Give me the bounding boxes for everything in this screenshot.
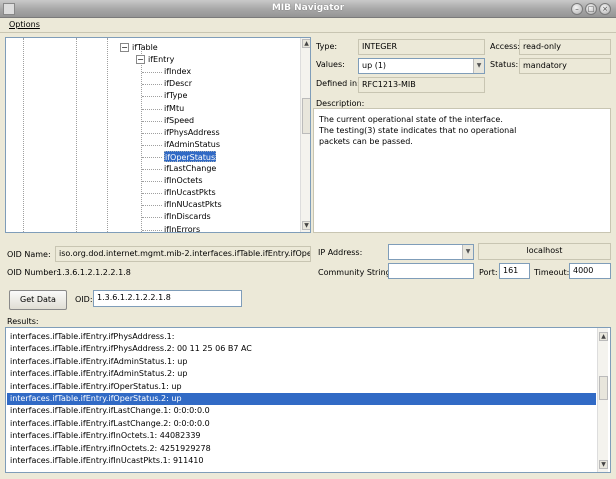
tree-node[interactable]: ifAdminStatus [164, 139, 220, 150]
oid-number-label: OID Number: [7, 268, 60, 277]
access-label: Access: [490, 42, 521, 51]
values-dropdown-value: up (1) [362, 61, 387, 70]
result-row[interactable]: interfaces.ifTable.ifEntry.ifInOctets.2:… [7, 443, 596, 455]
tree-connector [142, 217, 162, 219]
tree-guide-line [107, 38, 108, 232]
tree-node[interactable]: ifLastChange [164, 163, 216, 174]
tree-connector [142, 193, 162, 195]
access-value: read-only [519, 39, 611, 55]
minimize-icon[interactable]: – [571, 3, 583, 15]
tree-node[interactable]: ifInUcastPkts [164, 187, 216, 198]
tree-node[interactable]: ifMtu [164, 103, 184, 114]
window-title: MIB Navigator [271, 3, 345, 13]
results-list[interactable]: interfaces.ifTable.ifEntry.ifPhysAddress… [5, 327, 611, 473]
description-line: The current operational state of the int… [319, 115, 503, 124]
scroll-down-icon[interactable]: ▼ [302, 221, 310, 230]
tree-guide-line [76, 38, 77, 232]
result-row[interactable]: interfaces.ifTable.ifEntry.ifPhysAddress… [7, 331, 596, 343]
tree-node[interactable]: ifType [164, 90, 187, 101]
tree-node[interactable]: ifOperStatus [164, 150, 217, 162]
get-data-button[interactable]: Get Data [9, 290, 67, 310]
mib-tree[interactable]: − ifTable − ifEntry ifIndex ifDescr ifType ifMt… [5, 37, 311, 233]
tree-connector [142, 96, 162, 98]
tree-node[interactable]: ifTable [132, 42, 158, 53]
results-scrollbar-thumb[interactable] [599, 376, 608, 400]
tree-connector [142, 108, 162, 110]
tree-connector [142, 120, 162, 122]
tree-connector [142, 181, 162, 183]
oid-label: OID: [75, 295, 93, 304]
tree-connector [142, 132, 162, 134]
result-row[interactable]: interfaces.ifTable.ifEntry.ifAdminStatus… [7, 356, 596, 368]
result-row[interactable]: interfaces.ifTable.ifEntry.ifInOctets.1:… [7, 430, 596, 442]
tree-connector [142, 84, 162, 86]
result-row[interactable]: interfaces.ifTable.ifEntry.ifOperStatus.… [7, 393, 596, 405]
maximize-icon[interactable]: □ [585, 3, 597, 15]
tree-connector [142, 144, 162, 146]
ip-address-dropdown[interactable]: ▼ [388, 244, 474, 260]
oid-name-value: iso.org.dod.internet.mgmt.mib-2.interfac… [55, 246, 311, 262]
status-label: Status: [490, 60, 519, 69]
ip-address-label: IP Address: [318, 248, 363, 257]
description-text: The current operational state of the int… [319, 114, 605, 147]
values-dropdown[interactable]: up (1) ▼ [358, 58, 485, 74]
result-row[interactable]: interfaces.ifTable.ifEntry.ifAdminStatus… [7, 368, 596, 380]
defined-in-value: RFC1213-MIB [358, 77, 485, 93]
title-bar: MIB Navigator – □ × [0, 0, 616, 18]
tree-node[interactable]: ifPhysAddress [164, 127, 220, 138]
tree-scrollbar[interactable]: ▲ ▼ [300, 38, 310, 232]
tree-node[interactable]: ifInErrors [164, 224, 200, 233]
port-label: Port: [479, 268, 498, 277]
community-string-label: Community String: [318, 268, 394, 277]
results-scrollbar[interactable]: ▲ ▼ [597, 328, 608, 472]
timeout-label: Timeout: [534, 268, 570, 277]
chevron-down-icon[interactable]: ▼ [462, 245, 473, 259]
tree-collapse-icon[interactable]: − [120, 43, 129, 52]
tree-connector [142, 156, 162, 158]
menu-options[interactable]: Options [9, 20, 40, 29]
tree-connector [142, 169, 162, 170]
result-row[interactable]: interfaces.ifTable.ifEntry.ifLastChange.… [7, 405, 596, 417]
type-label: Type: [316, 42, 338, 51]
status-value: mandatory [519, 58, 611, 74]
community-string-input[interactable] [388, 263, 474, 279]
tree-node[interactable]: ifIndex [164, 66, 191, 77]
tree-connector [142, 229, 162, 231]
results-label: Results: [7, 317, 39, 326]
type-value: INTEGER [358, 39, 485, 55]
oid-input[interactable]: 1.3.6.1.2.1.2.2.1.8 [93, 290, 242, 307]
result-row[interactable]: interfaces.ifTable.ifEntry.ifLastChange.… [7, 418, 596, 430]
description-label: Description: [316, 99, 365, 108]
description-box: The current operational state of the int… [313, 108, 611, 233]
menu-bar: Options [0, 18, 616, 33]
tree-connector [142, 205, 162, 207]
tree-node[interactable]: ifInOctets [164, 175, 203, 186]
tree-collapse-icon[interactable]: − [136, 55, 145, 65]
scroll-down-icon[interactable]: ▼ [599, 460, 608, 469]
oid-name-label: OID Name: [7, 250, 51, 259]
close-icon[interactable]: × [599, 3, 611, 15]
port-input[interactable]: 161 [499, 263, 530, 279]
tree-guide-line [23, 38, 24, 232]
tree-scrollbar-thumb[interactable] [302, 98, 310, 134]
values-label: Values: [316, 60, 345, 69]
timeout-input[interactable]: 4000 [569, 263, 611, 279]
tree-node[interactable]: ifInNUcastPkts [164, 199, 222, 210]
chevron-down-icon[interactable]: ▼ [473, 59, 484, 73]
oid-number-value: 1.3.6.1.2.1.2.2.1.8 [57, 268, 131, 277]
host-display: localhost [478, 243, 611, 260]
tree-node[interactable]: ifDescr [164, 78, 192, 89]
result-row[interactable]: interfaces.ifTable.ifEntry.ifInUcastPkts… [7, 455, 596, 467]
defined-in-label: Defined in: [316, 79, 360, 88]
tree-node[interactable]: ifEntry [148, 54, 174, 65]
scroll-up-icon[interactable]: ▲ [599, 332, 608, 341]
tree-node[interactable]: ifSpeed [164, 115, 194, 126]
description-line: The testing(3) state indicates that no o… [319, 126, 517, 135]
tree-connector [142, 72, 162, 74]
description-line: packets can be passed. [319, 137, 413, 146]
scroll-up-icon[interactable]: ▲ [302, 39, 310, 48]
result-row[interactable]: interfaces.ifTable.ifEntry.ifPhysAddress… [7, 343, 596, 355]
result-row[interactable]: interfaces.ifTable.ifEntry.ifOperStatus.… [7, 381, 596, 393]
tree-node[interactable]: ifInDiscards [164, 211, 211, 222]
